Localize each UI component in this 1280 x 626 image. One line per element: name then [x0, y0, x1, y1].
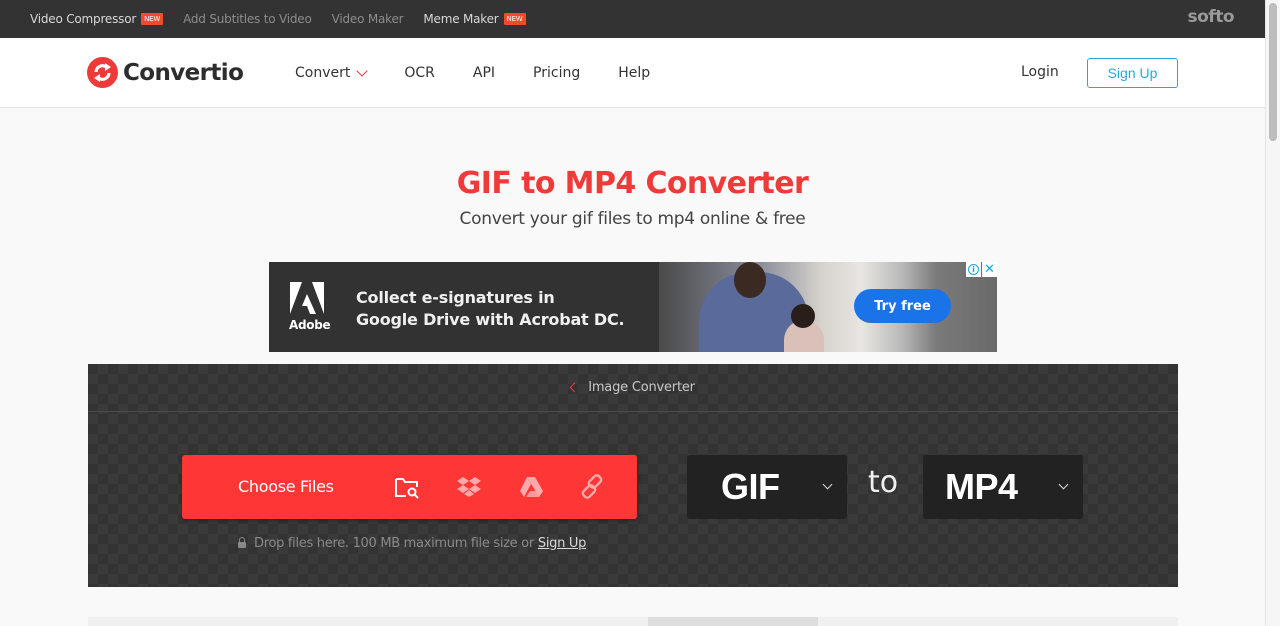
login-link[interactable]: Login — [1021, 64, 1059, 80]
chevron-down-icon — [356, 64, 369, 77]
ad-photo-child-head — [791, 304, 815, 328]
from-format-select[interactable]: GIF — [687, 455, 847, 519]
converter-panel: Image Converter Choose Files Drop files … — [88, 364, 1178, 587]
new-badge: NEW — [503, 13, 526, 25]
ad-headline-line1: Collect e-signatures in — [356, 288, 555, 307]
ad-banner[interactable]: Adobe Collect e-signatures in Google Dri… — [269, 262, 997, 352]
nav-item-label: Help — [618, 65, 651, 81]
page-scrollbar[interactable] — [1265, 0, 1280, 626]
to-format-value: MP4 — [945, 466, 1018, 507]
folder-search-icon[interactable] — [392, 473, 422, 501]
converter-breadcrumb[interactable]: Image Converter — [88, 364, 1178, 412]
topbar-link-video-compressor[interactable]: Video Compressor NEW — [30, 12, 164, 26]
topbar-link-video-maker[interactable]: Video Maker — [332, 12, 404, 26]
new-badge: NEW — [141, 13, 164, 25]
nav-item-ocr[interactable]: OCR — [404, 65, 435, 81]
page-subtitle: Convert your gif files to mp4 online & f… — [459, 209, 806, 229]
lock-icon — [238, 537, 246, 548]
nav-item-label: Pricing — [533, 65, 581, 81]
ad-headline-line2: Google Drive with Acrobat DC. — [356, 310, 625, 329]
scrollbar-thumb[interactable] — [1269, 3, 1277, 141]
drop-files-note: Drop files here. 100 MB maximum file siz… — [238, 536, 586, 551]
logo-text: Convertio — [123, 59, 244, 86]
chevron-left-icon — [569, 382, 580, 393]
topbar-link-label: Meme Maker — [423, 12, 499, 26]
choose-files-button[interactable]: Choose Files — [182, 455, 637, 519]
main-nav: Convert OCR API Pricing Help — [295, 38, 688, 108]
convertio-logo[interactable]: Convertio — [87, 57, 244, 88]
chevron-down-icon — [1058, 479, 1069, 490]
ad-close-icon[interactable]: ✕ — [982, 262, 997, 277]
page-title: GIF to MP4 Converter — [456, 166, 809, 201]
dropbox-icon[interactable] — [454, 473, 484, 501]
ad-photo-person-head — [734, 262, 766, 298]
topbar-link-meme-maker[interactable]: Meme Maker NEW — [423, 12, 526, 26]
from-format-value: GIF — [721, 466, 780, 507]
breadcrumb-label: Image Converter — [588, 380, 695, 395]
link-icon[interactable] — [578, 473, 608, 501]
topbar-link-add-subtitles[interactable]: Add Subtitles to Video — [183, 12, 312, 26]
next-section-edge — [88, 617, 1178, 626]
softo-logo[interactable]: softo — [1188, 7, 1235, 27]
nav-item-api[interactable]: API — [473, 65, 495, 81]
next-section-block — [648, 617, 818, 626]
topbar-link-label: Video Maker — [331, 12, 404, 26]
convert-arrows-icon — [87, 57, 118, 88]
nav-item-label: OCR — [404, 65, 435, 81]
to-label: to — [868, 465, 899, 500]
ad-try-free-button[interactable]: Try free — [854, 289, 951, 323]
google-drive-icon[interactable] — [516, 473, 546, 501]
adobe-a-icon — [290, 282, 324, 314]
adobe-wordmark: Adobe — [289, 318, 331, 332]
nav-item-label: Convert — [295, 65, 351, 81]
nav-item-help[interactable]: Help — [618, 65, 650, 81]
nav-item-pricing[interactable]: Pricing — [533, 65, 580, 81]
choose-files-label: Choose Files — [238, 477, 334, 496]
ad-info-icon[interactable]: i — [966, 262, 981, 277]
top-bar: Video Compressor NEW Add Subtitles to Vi… — [0, 0, 1265, 38]
signup-button[interactable]: Sign Up — [1087, 58, 1178, 88]
chevron-down-icon — [822, 479, 833, 490]
site-header: Convertio Convert OCR API Pricing Help L… — [0, 38, 1265, 108]
ad-headline: Collect e-signatures in Google Drive wit… — [356, 287, 625, 331]
nav-item-convert[interactable]: Convert — [295, 64, 369, 81]
topbar-link-label: Add Subtitles to Video — [183, 12, 312, 26]
to-format-select[interactable]: MP4 — [923, 455, 1083, 519]
nav-item-label: API — [472, 65, 496, 81]
drop-note-text: Drop files here. 100 MB maximum file siz… — [254, 536, 534, 551]
adobe-logo: Adobe — [287, 280, 331, 340]
topbar-link-label: Video Compressor — [30, 12, 137, 26]
drop-signup-link[interactable]: Sign Up — [538, 536, 586, 551]
